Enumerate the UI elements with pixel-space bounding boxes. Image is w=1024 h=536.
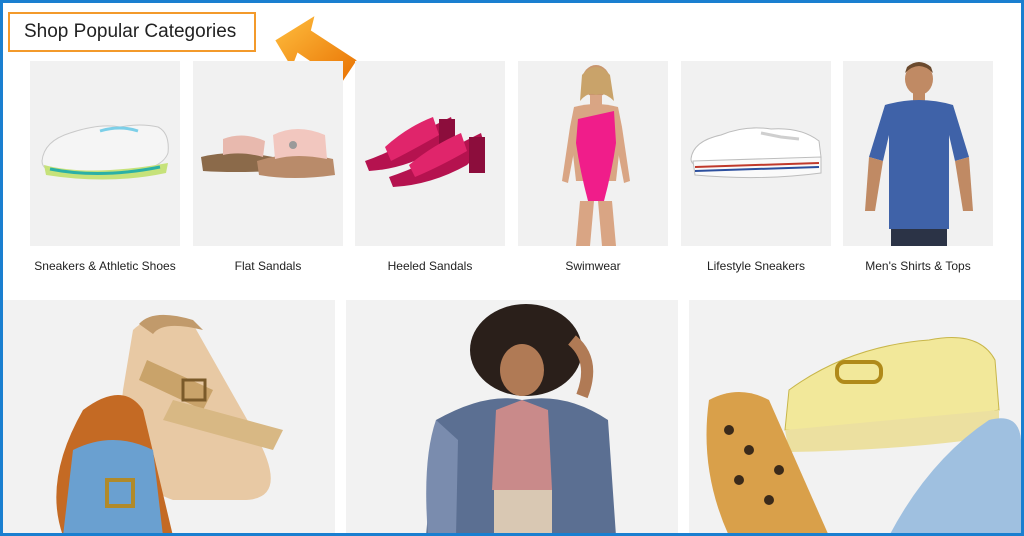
category-card-lifestyle-sneakers[interactable]: Lifestyle Sneakers	[681, 61, 831, 281]
swimsuit-icon	[562, 65, 630, 246]
category-card-sneakers[interactable]: Sneakers & Athletic Shoes	[30, 61, 180, 281]
sandals-image	[56, 314, 283, 536]
category-label[interactable]: Sneakers & Athletic Shoes	[24, 259, 186, 273]
banner-women-fashion[interactable]	[346, 300, 678, 536]
woman-model-image	[426, 304, 616, 536]
category-image[interactable]	[843, 61, 993, 246]
category-label[interactable]: Lifestyle Sneakers	[675, 259, 837, 273]
tshirt-icon	[865, 62, 973, 246]
category-card-mens-shirts[interactable]: Men's Shirts & Tops	[843, 61, 993, 281]
category-card-heeled-sandals[interactable]: Heeled Sandals	[355, 61, 505, 281]
category-label[interactable]: Heeled Sandals	[349, 259, 511, 273]
category-row: Sneakers & Athletic Shoes Flat Sandals H…	[30, 61, 994, 281]
banner-sandals[interactable]	[3, 300, 335, 536]
section-title-text: Shop Popular Categories	[24, 21, 237, 42]
category-card-swimwear[interactable]: Swimwear	[518, 61, 668, 281]
category-image[interactable]	[681, 61, 831, 246]
category-card-flat-sandals[interactable]: Flat Sandals	[193, 61, 343, 281]
heeled-sandal-icon	[365, 117, 485, 187]
canvas-sneaker-icon	[690, 127, 822, 179]
category-image[interactable]	[193, 61, 343, 246]
category-label[interactable]: Men's Shirts & Tops	[837, 259, 999, 273]
category-label[interactable]: Flat Sandals	[187, 259, 349, 273]
flat-sandal-icon	[201, 129, 335, 178]
category-image[interactable]	[355, 61, 505, 246]
sneaker-icon	[41, 124, 169, 180]
category-image[interactable]	[30, 61, 180, 246]
category-label[interactable]: Swimwear	[512, 259, 674, 273]
section-title: Shop Popular Categories	[8, 12, 256, 52]
banner-loafers[interactable]	[689, 300, 1021, 536]
loafers-image	[706, 337, 1021, 536]
category-image[interactable]	[518, 61, 668, 246]
